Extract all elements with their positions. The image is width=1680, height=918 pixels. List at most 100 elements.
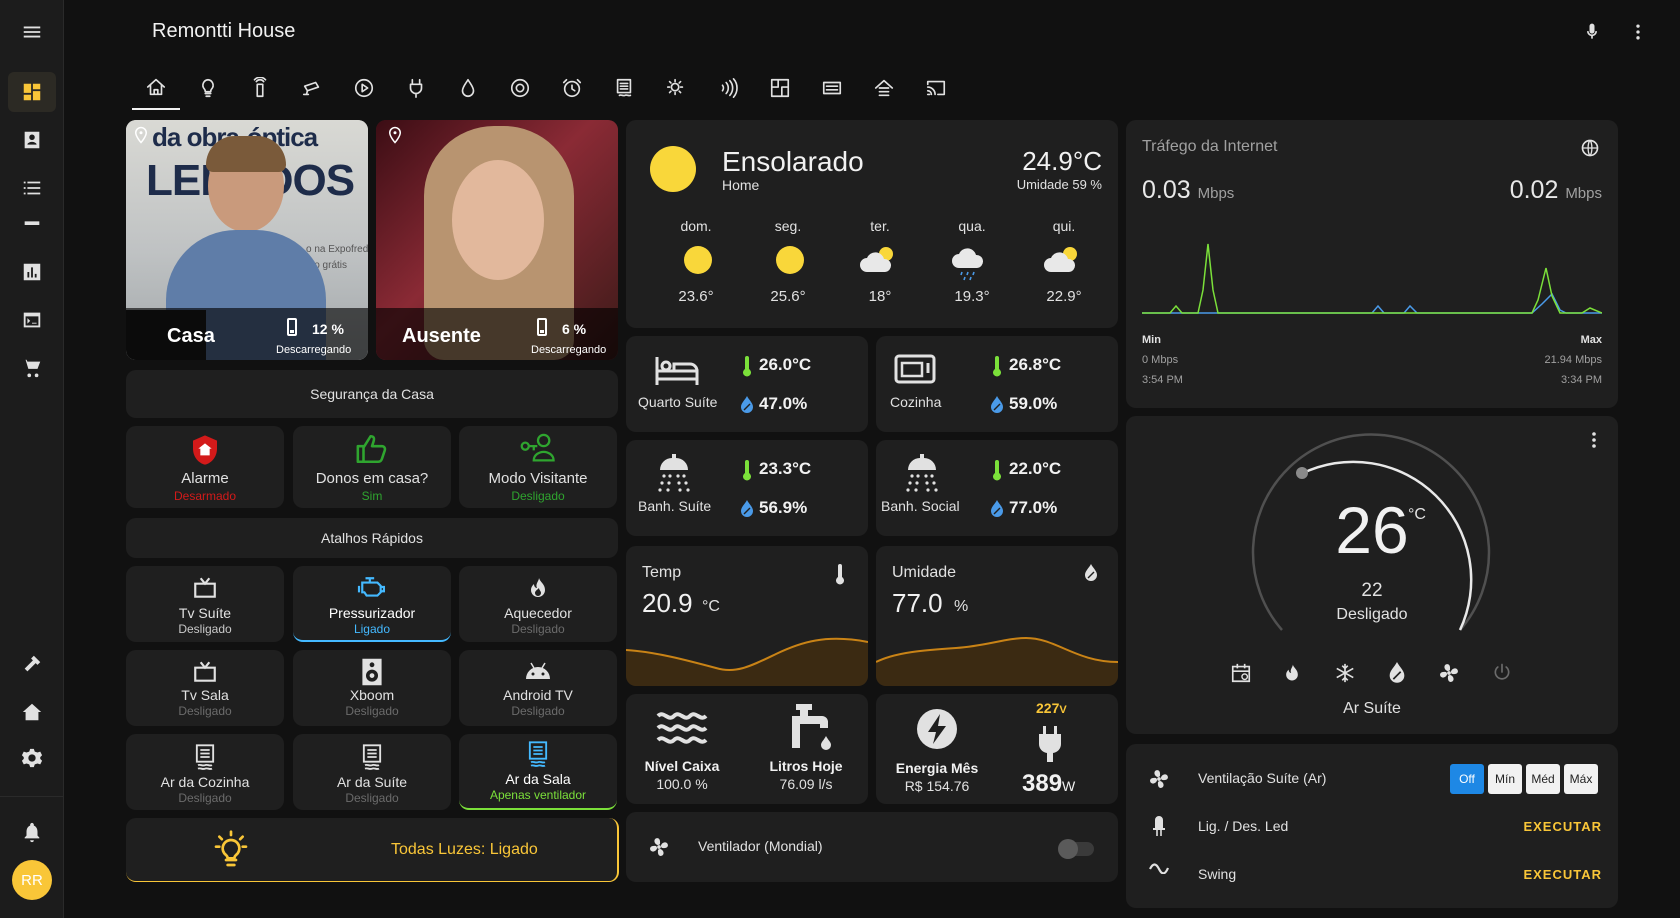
tab-lights[interactable] [184,66,232,110]
sensor-card-temp[interactable]: Temp 20.9 °C [626,546,868,686]
settings-gear-icon[interactable] [8,738,56,778]
tab-floorplan[interactable] [756,66,804,110]
waves-icon [656,708,708,748]
thermostat-card[interactable]: 26 °C 22 Desligado Ar Suíte [1126,416,1618,734]
sensor-value: 20.9 [642,588,693,618]
person-card-ausente[interactable]: Ausente 6 % Descarregando [376,120,618,360]
room-temp: 26.8°C [1009,355,1062,374]
vent-med-button[interactable]: Méd [1526,764,1560,794]
snowflake-icon[interactable] [1334,662,1356,684]
speaker-icon [360,657,384,687]
tab-water[interactable] [444,66,492,110]
thermostat-state: Desligado [1336,606,1408,623]
calendar-sync-icon[interactable] [1230,662,1252,684]
sidebar-item-overview[interactable] [8,72,56,112]
fan-toggle-row[interactable]: Ventilador (Mondial) [626,812,1118,882]
sensor-card-umidade[interactable]: Umidade 77.0 % [876,546,1118,686]
fan-icon[interactable] [1438,662,1460,684]
sidebar-item-hacs[interactable] [8,692,56,732]
all-lights-button[interactable]: Todas Luzes: Ligado [126,818,619,882]
fire-icon[interactable] [1282,662,1302,684]
sidebar-item-map[interactable] [8,216,56,234]
tab-nfc[interactable] [704,66,752,110]
tab-server[interactable] [808,66,856,110]
microphone-icon[interactable] [1582,20,1602,44]
battery-level: 6 % [562,321,587,337]
shortcut-aquecedor[interactable]: Aquecedor Desligado [459,566,617,642]
sidebar-item-shopping[interactable] [8,348,56,388]
forecast-day: ter. [870,218,890,234]
fan-toggle-switch[interactable] [1058,839,1094,859]
visitor-mode-button[interactable]: Modo Visitante Desligado [459,426,617,508]
vent-off-button[interactable]: Off [1450,764,1484,794]
water-percent-icon[interactable] [1388,662,1406,684]
water-card[interactable]: Nível Caixa 100.0 % Litros Hoje 76.09 l/… [626,694,868,804]
tab-house[interactable] [860,66,908,110]
sidebar-item-history[interactable] [8,252,56,292]
location-pin-icon [386,124,404,146]
more-vert-icon[interactable] [1628,20,1648,44]
shortcut-android-tv[interactable]: Android TV Desligado [459,650,617,726]
tab-remote[interactable] [236,66,284,110]
room-card-cozinha[interactable]: Cozinha 26.8°C 59.0% [876,336,1118,432]
shortcut-ar-sala[interactable]: Ar da Sala Apenas ventilador [459,734,617,810]
tab-air-conditioner[interactable] [600,66,648,110]
shortcut-tv-suite[interactable]: Tv Suíte Desligado [126,566,284,642]
menu-icon[interactable] [8,12,56,52]
water-pump-icon [784,702,838,754]
energy-card[interactable]: Energia Mês R$ 154.76 227V 389W [876,694,1118,804]
tile-state: Desligado [345,704,399,718]
tab-camera[interactable] [288,66,336,110]
shortcut-pressurizador[interactable]: Pressurizador Ligado [293,566,451,642]
power-unit: W [1062,778,1076,794]
shortcut-xboom[interactable]: Xboom Desligado [293,650,451,726]
tab-weather[interactable] [652,66,700,110]
led-execute-button[interactable]: EXECUTAR [1523,819,1602,834]
max-value: 21.94 Mbps [1544,354,1602,366]
weather-card[interactable]: Ensolarado Home 24.9°C Umidade 59 % dom.… [626,120,1118,328]
battery-status: Descarregando [276,344,352,356]
person-face [452,160,544,280]
fan-icon [1148,768,1170,790]
room-card-banh-suite[interactable]: Banh. Suíte 23.3°C 56.9% [626,440,868,536]
tab-home[interactable] [132,66,180,110]
internet-traffic-card[interactable]: Tráfego da Internet 0.03 Mbps 0.02 Mbps … [1126,120,1618,408]
tab-power[interactable] [392,66,440,110]
sidebar-item-people[interactable] [8,120,56,160]
weather-humidity: Umidade 59 % [1016,177,1102,192]
tab-cast[interactable] [912,66,960,110]
swing-label: Swing [1198,866,1237,882]
thermostat-target: 26 [1335,493,1409,567]
forecast-day: seg. [774,218,802,234]
shortcut-ar-suite[interactable]: Ar da Suíte Desligado [293,734,451,810]
notifications-bell-icon[interactable] [8,812,56,852]
sidebar-item-logbook[interactable] [8,168,56,208]
voltage-number: 227 [1036,700,1060,716]
sidebar-item-terminal[interactable] [8,300,56,340]
room-card-banh-social[interactable]: Banh. Social 22.0°C 77.0% [876,440,1118,536]
shortcut-tv-sala[interactable]: Tv Sala Desligado [126,650,284,726]
tile-label: Aquecedor [504,605,572,621]
person-card-casa[interactable]: da obra-óptica LERADOS o na Expofred. io… [126,120,368,360]
user-avatar[interactable]: RR [12,860,52,900]
tile-label: Xboom [349,687,395,703]
tab-media[interactable] [340,66,388,110]
tab-alarm-clock[interactable] [548,66,596,110]
alarm-button[interactable]: Alarme Desarmado [126,426,284,508]
hammer-icon[interactable] [8,644,56,684]
power-icon[interactable] [1492,662,1512,682]
tab-vacuum[interactable] [496,66,544,110]
bed-icon [654,354,700,388]
account-key-icon [517,432,559,466]
owners-home-button[interactable]: Donos em casa? Sim [293,426,451,508]
security-header: Segurança da Casa [126,370,618,418]
vent-min-button[interactable]: Mín [1488,764,1522,794]
room-humidity: 77.0% [1009,498,1058,517]
shortcut-ar-cozinha[interactable]: Ar da Cozinha Desligado [126,734,284,810]
room-card-quarto-suite[interactable]: Quarto Suíte 26.0°C 47.0% [626,336,868,432]
forecast-day: dom. [680,218,712,234]
room-temp: 23.3°C [759,459,812,478]
more-vert-icon[interactable] [1586,430,1602,450]
vent-max-button[interactable]: Máx [1564,764,1598,794]
swing-execute-button[interactable]: EXECUTAR [1523,867,1602,882]
